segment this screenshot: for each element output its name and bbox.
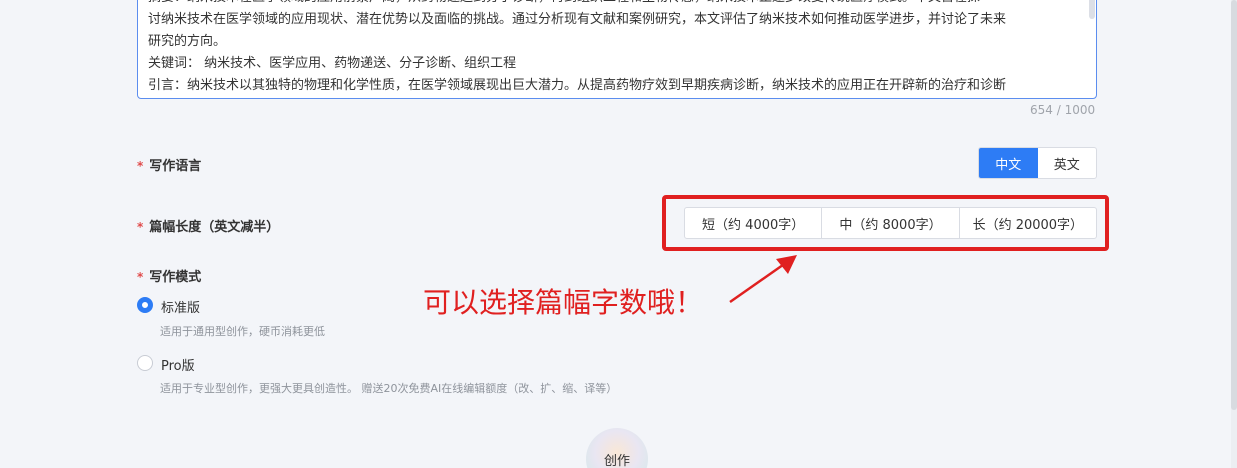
length-label: * 篇幅长度（英文减半） [137,216,279,235]
mode-standard-label[interactable]: 标准版 [161,297,200,316]
length-label-text: 篇幅长度（英文减半） [149,220,280,235]
create-button[interactable]: 创作 [586,428,648,468]
language-label: * 写作语言 [137,155,201,174]
required-mark: * [137,159,144,173]
annotation-arrow-icon [729,255,797,304]
textarea-line: 研究的方向。 [148,34,227,49]
mode-pro-label[interactable]: Pro版 [161,355,195,374]
mode-label: * 写作模式 [137,266,201,285]
char-count: 654 / 1000 [1030,103,1096,117]
textarea-line: 关键词： 纳米技术、医学应用、药物递送、分子诊断、组织工程 [148,56,517,71]
textarea-line: 引言：纳米技术以其独特的物理和化学性质，在医学领域展现出巨大潜力。从提高药物疗效… [148,78,1007,93]
annotation-text: 可以选择篇幅字数哦！ [423,286,704,319]
textarea-line: 摘要：纳米技术在医学领域的应用前景广阔，从药物递送到分子诊断，再到组织工程和生物… [148,0,1086,9]
mode-standard-desc: 适用于通用型创作，硬币消耗更低 [160,325,325,338]
create-button-label: 创作 [603,454,630,468]
mode-pro-radio[interactable] [137,355,153,371]
language-label-text: 写作语言 [149,159,202,174]
textarea-line: 讨纳米技术在医学领域的应用现状、潜在优势以及面临的挑战。通过分析现有文献和案例研… [148,12,1007,27]
textarea-scrollbar[interactable] [1089,0,1095,19]
required-mark: * [137,270,144,284]
mode-label-text: 写作模式 [149,270,202,285]
page-scrollbar-thumb[interactable] [1231,0,1237,410]
mode-standard-radio[interactable] [137,297,153,313]
language-option-english[interactable]: 英文 [1038,148,1097,178]
page-scrollbar[interactable] [1231,0,1237,468]
required-mark: * [137,220,144,234]
annotation-highlight-box [662,195,1109,251]
language-toggle[interactable]: 中文 英文 [978,147,1097,179]
mode-pro-desc: 适用于专业型创作，更强大更具创造性。 赠送20次免费AI在线编辑额度（改、扩、缩… [160,382,618,395]
content-textarea[interactable]: 摘要：纳米技术在医学领域的应用前景广阔，从药物递送到分子诊断，再到组织工程和生物… [137,0,1097,99]
language-option-chinese[interactable]: 中文 [979,148,1038,178]
